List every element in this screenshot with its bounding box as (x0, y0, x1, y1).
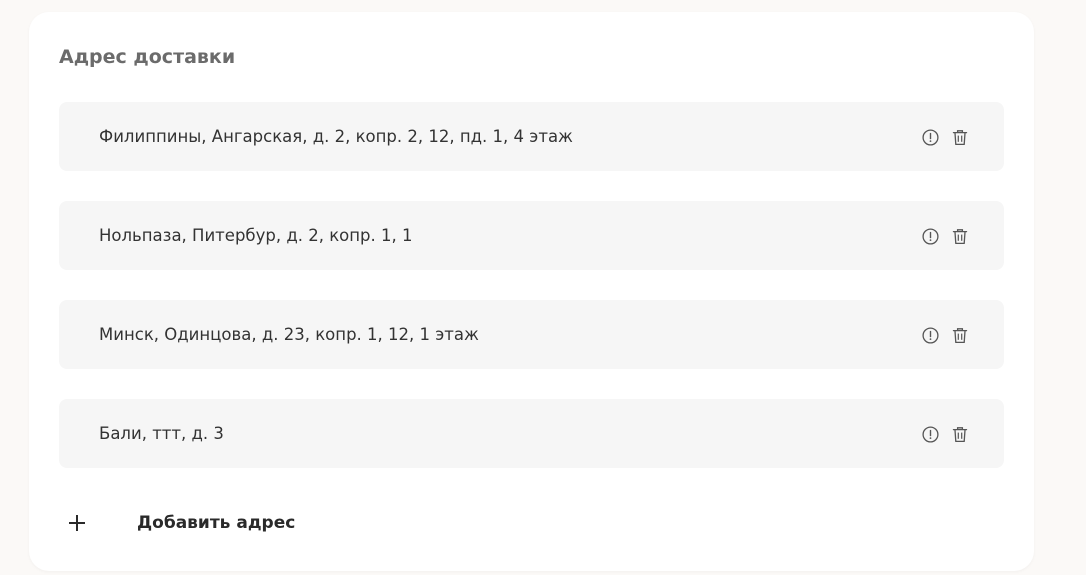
address-item[interactable]: Бали, ттт, д. 3 (59, 399, 1004, 468)
info-button[interactable] (920, 325, 940, 345)
delete-button[interactable] (950, 226, 970, 246)
trash-icon (952, 426, 968, 442)
address-item[interactable]: Минск, Одинцова, д. 23, копр. 1, 12, 1 э… (59, 300, 1004, 369)
address-text: Нольпаза, Питербур, д. 2, копр. 1, 1 (99, 226, 413, 245)
address-text: Минск, Одинцова, д. 23, копр. 1, 12, 1 э… (99, 325, 479, 344)
delivery-address-card: Адрес доставки Филиппины, Ангарская, д. … (29, 12, 1034, 571)
address-item[interactable]: Филиппины, Ангарская, д. 2, копр. 2, 12,… (59, 102, 1004, 171)
trash-icon (952, 228, 968, 244)
delete-button[interactable] (950, 325, 970, 345)
delete-button[interactable] (950, 424, 970, 444)
info-button[interactable] (920, 226, 940, 246)
address-text: Филиппины, Ангарская, д. 2, копр. 2, 12,… (99, 127, 573, 146)
info-circle-icon (921, 425, 939, 443)
info-button[interactable] (920, 424, 940, 444)
address-list: Филиппины, Ангарская, д. 2, копр. 2, 12,… (59, 102, 1004, 498)
trash-icon (952, 327, 968, 343)
add-address-label: Добавить адрес (137, 513, 296, 533)
info-circle-icon (921, 326, 939, 344)
add-address-button[interactable]: Добавить адрес (59, 506, 359, 540)
trash-icon (952, 129, 968, 145)
address-item[interactable]: Нольпаза, Питербур, д. 2, копр. 1, 1 (59, 201, 1004, 270)
info-button[interactable] (920, 127, 940, 147)
info-circle-icon (921, 128, 939, 146)
info-circle-icon (921, 227, 939, 245)
address-text: Бали, ттт, д. 3 (99, 424, 224, 443)
card-title: Адрес доставки (59, 46, 236, 68)
delete-button[interactable] (950, 127, 970, 147)
plus-icon (69, 515, 85, 531)
